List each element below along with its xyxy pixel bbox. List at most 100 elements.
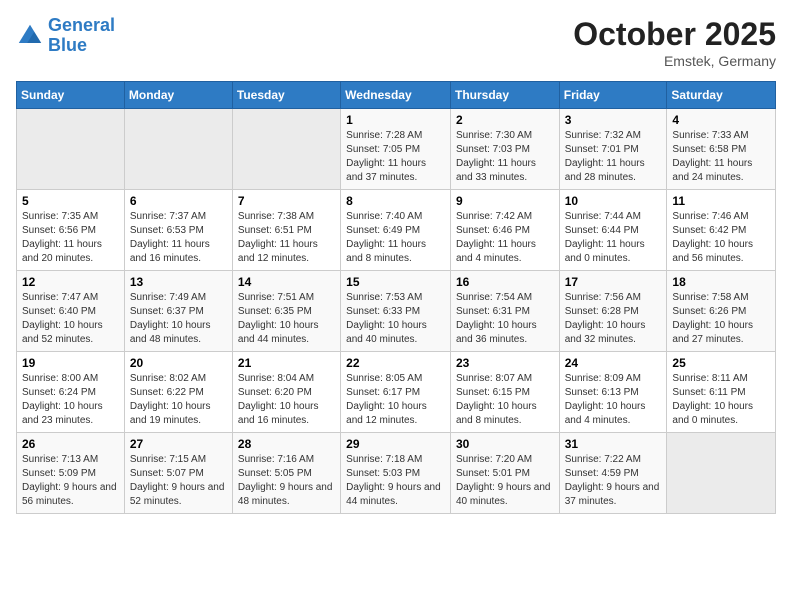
calendar-cell: 5 Sunrise: 7:35 AMSunset: 6:56 PMDaylight… <box>17 190 125 271</box>
day-info: Sunrise: 7:56 AMSunset: 6:28 PMDaylight:… <box>565 291 662 347</box>
calendar-cell: 18 Sunrise: 7:58 AMSunset: 6:26 PMDayligh… <box>667 271 776 352</box>
day-info: Sunrise: 7:35 AMSunset: 6:56 PMDaylight:… <box>22 210 119 266</box>
location-subtitle: Emstek, Germany <box>573 53 776 69</box>
day-info: Sunrise: 8:11 AMSunset: 6:11 PMDaylight:… <box>672 372 770 428</box>
calendar-table: SundayMondayTuesdayWednesdayThursdayFrid… <box>16 81 776 514</box>
day-info: Sunrise: 8:07 AMSunset: 6:15 PMDaylight:… <box>456 372 554 428</box>
day-number: 19 <box>22 356 119 370</box>
day-number: 20 <box>130 356 227 370</box>
day-info: Sunrise: 7:20 AMSunset: 5:01 PMDaylight:… <box>456 453 554 509</box>
day-number: 18 <box>672 275 770 289</box>
calendar-cell <box>124 109 232 190</box>
weekday-header-monday: Monday <box>124 82 232 109</box>
day-number: 13 <box>130 275 227 289</box>
page-header: General Blue October 2025 Emstek, German… <box>16 16 776 69</box>
calendar-cell: 25 Sunrise: 8:11 AMSunset: 6:11 PMDayligh… <box>667 352 776 433</box>
day-number: 21 <box>238 356 335 370</box>
day-info: Sunrise: 7:30 AMSunset: 7:03 PMDaylight:… <box>456 129 554 185</box>
calendar-cell: 10 Sunrise: 7:44 AMSunset: 6:44 PMDayligh… <box>559 190 667 271</box>
calendar-cell: 21Sunrise: 8:04 AMSunset: 6:20 PMDayligh… <box>232 352 340 433</box>
calendar-cell: 26 Sunrise: 7:13 AMSunset: 5:09 PMDayligh… <box>17 433 125 514</box>
calendar-cell: 1 Sunrise: 7:28 AMSunset: 7:05 PMDaylight… <box>341 109 451 190</box>
calendar-cell: 22 Sunrise: 8:05 AMSunset: 6:17 PMDayligh… <box>341 352 451 433</box>
day-info: Sunrise: 8:05 AMSunset: 6:17 PMDaylight:… <box>346 372 445 428</box>
calendar-cell: 3 Sunrise: 7:32 AMSunset: 7:01 PMDaylight… <box>559 109 667 190</box>
day-info: Sunrise: 7:22 AMSunset: 4:59 PMDaylight:… <box>565 453 662 509</box>
day-number: 8 <box>346 194 445 208</box>
day-number: 12 <box>22 275 119 289</box>
day-info: Sunrise: 7:40 AMSunset: 6:49 PMDaylight:… <box>346 210 445 266</box>
day-number: 31 <box>565 437 662 451</box>
day-number: 10 <box>565 194 662 208</box>
day-number: 16 <box>456 275 554 289</box>
day-number: 25 <box>672 356 770 370</box>
calendar-cell <box>667 433 776 514</box>
day-number: 29 <box>346 437 445 451</box>
calendar-cell: 2 Sunrise: 7:30 AMSunset: 7:03 PMDaylight… <box>450 109 559 190</box>
weekday-header-tuesday: Tuesday <box>232 82 340 109</box>
calendar-cell: 31 Sunrise: 7:22 AMSunset: 4:59 PMDayligh… <box>559 433 667 514</box>
calendar-cell: 11 Sunrise: 7:46 AMSunset: 6:42 PMDayligh… <box>667 190 776 271</box>
day-info: Sunrise: 8:00 AMSunset: 6:24 PMDaylight:… <box>22 372 119 428</box>
logo-icon <box>16 22 44 50</box>
week-row-4: 19 Sunrise: 8:00 AMSunset: 6:24 PMDayligh… <box>17 352 776 433</box>
day-info: Sunrise: 7:16 AMSunset: 5:05 PMDaylight:… <box>238 453 335 509</box>
day-info: Sunrise: 7:13 AMSunset: 5:09 PMDaylight:… <box>22 453 119 509</box>
day-number: 17 <box>565 275 662 289</box>
day-info: Sunrise: 7:58 AMSunset: 6:26 PMDaylight:… <box>672 291 770 347</box>
day-number: 23 <box>456 356 554 370</box>
day-number: 7 <box>238 194 335 208</box>
day-info: Sunrise: 7:38 AMSunset: 6:51 PMDaylight:… <box>238 210 335 266</box>
day-info: Sunrise: 7:53 AMSunset: 6:33 PMDaylight:… <box>346 291 445 347</box>
day-number: 2 <box>456 113 554 127</box>
day-info: Sunrise: 7:42 AMSunset: 6:46 PMDaylight:… <box>456 210 554 266</box>
calendar-cell: 13 Sunrise: 7:49 AMSunset: 6:37 PMDayligh… <box>124 271 232 352</box>
calendar-cell: 12 Sunrise: 7:47 AMSunset: 6:40 PMDayligh… <box>17 271 125 352</box>
day-number: 3 <box>565 113 662 127</box>
day-number: 27 <box>130 437 227 451</box>
calendar-cell <box>232 109 340 190</box>
day-info: Sunrise: 7:49 AMSunset: 6:37 PMDaylight:… <box>130 291 227 347</box>
calendar-cell: 7 Sunrise: 7:38 AMSunset: 6:51 PMDaylight… <box>232 190 340 271</box>
day-number: 9 <box>456 194 554 208</box>
weekday-header-thursday: Thursday <box>450 82 559 109</box>
calendar-cell: 29Sunrise: 7:18 AMSunset: 5:03 PMDayligh… <box>341 433 451 514</box>
calendar-cell: 27 Sunrise: 7:15 AMSunset: 5:07 PMDayligh… <box>124 433 232 514</box>
day-number: 22 <box>346 356 445 370</box>
calendar-cell: 9 Sunrise: 7:42 AMSunset: 6:46 PMDaylight… <box>450 190 559 271</box>
day-info: Sunrise: 7:33 AMSunset: 6:58 PMDaylight:… <box>672 129 770 185</box>
day-number: 6 <box>130 194 227 208</box>
calendar-cell <box>17 109 125 190</box>
calendar-cell: 8 Sunrise: 7:40 AMSunset: 6:49 PMDaylight… <box>341 190 451 271</box>
day-info: Sunrise: 7:44 AMSunset: 6:44 PMDaylight:… <box>565 210 662 266</box>
calendar-cell: 28Sunrise: 7:16 AMSunset: 5:05 PMDayligh… <box>232 433 340 514</box>
day-info: Sunrise: 8:02 AMSunset: 6:22 PMDaylight:… <box>130 372 227 428</box>
day-info: Sunrise: 7:51 AMSunset: 6:35 PMDaylight:… <box>238 291 335 347</box>
calendar-cell: 4Sunrise: 7:33 AMSunset: 6:58 PMDaylight… <box>667 109 776 190</box>
day-number: 15 <box>346 275 445 289</box>
month-title: October 2025 <box>573 16 776 53</box>
day-info: Sunrise: 7:15 AMSunset: 5:07 PMDaylight:… <box>130 453 227 509</box>
week-row-5: 26 Sunrise: 7:13 AMSunset: 5:09 PMDayligh… <box>17 433 776 514</box>
day-number: 14 <box>238 275 335 289</box>
day-info: Sunrise: 7:32 AMSunset: 7:01 PMDaylight:… <box>565 129 662 185</box>
day-number: 26 <box>22 437 119 451</box>
day-number: 24 <box>565 356 662 370</box>
day-info: Sunrise: 7:47 AMSunset: 6:40 PMDaylight:… <box>22 291 119 347</box>
week-row-3: 12 Sunrise: 7:47 AMSunset: 6:40 PMDayligh… <box>17 271 776 352</box>
day-info: Sunrise: 7:46 AMSunset: 6:42 PMDaylight:… <box>672 210 770 266</box>
weekday-header-sunday: Sunday <box>17 82 125 109</box>
day-number: 1 <box>346 113 445 127</box>
calendar-cell: 24 Sunrise: 8:09 AMSunset: 6:13 PMDayligh… <box>559 352 667 433</box>
day-info: Sunrise: 7:54 AMSunset: 6:31 PMDaylight:… <box>456 291 554 347</box>
day-number: 11 <box>672 194 770 208</box>
calendar-cell: 15 Sunrise: 7:53 AMSunset: 6:33 PMDayligh… <box>341 271 451 352</box>
day-number: 5 <box>22 194 119 208</box>
day-info: Sunrise: 7:28 AMSunset: 7:05 PMDaylight:… <box>346 129 445 185</box>
day-info: Sunrise: 8:09 AMSunset: 6:13 PMDaylight:… <box>565 372 662 428</box>
day-info: Sunrise: 7:37 AMSunset: 6:53 PMDaylight:… <box>130 210 227 266</box>
weekday-header-saturday: Saturday <box>667 82 776 109</box>
weekday-header-friday: Friday <box>559 82 667 109</box>
week-row-2: 5 Sunrise: 7:35 AMSunset: 6:56 PMDaylight… <box>17 190 776 271</box>
title-block: October 2025 Emstek, Germany <box>573 16 776 69</box>
